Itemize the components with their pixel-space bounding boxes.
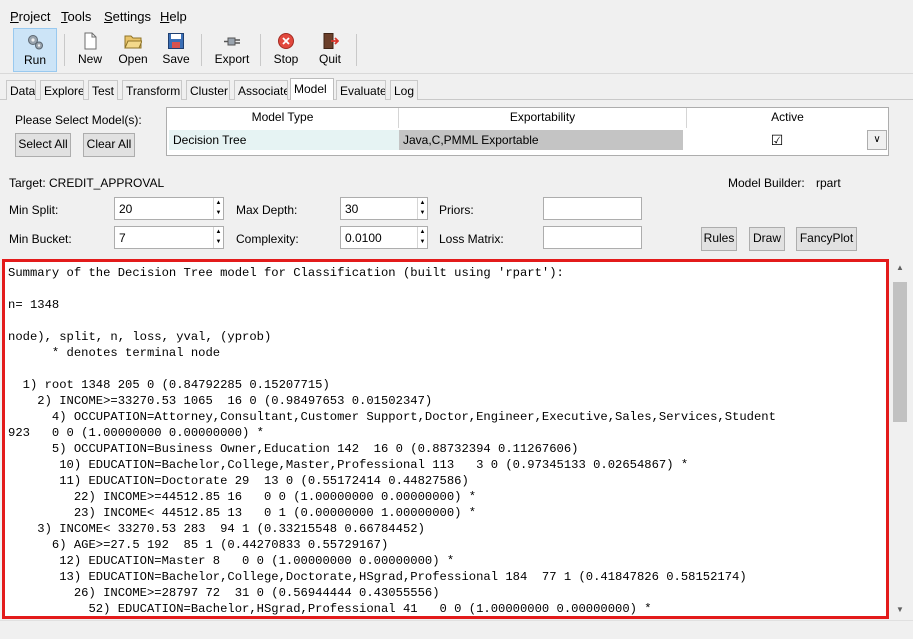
tab-model[interactable]: Model (290, 78, 334, 101)
min-split-label: Min Split: (9, 203, 59, 217)
stop-button[interactable]: Stop (270, 28, 302, 72)
model-builder-value: rpart (816, 176, 841, 190)
floppy-disk-icon (168, 33, 184, 49)
clear-all-button[interactable]: Clear All (83, 133, 135, 157)
tab-test[interactable]: Test (88, 80, 118, 100)
toolbar-separator (201, 34, 202, 66)
model-output-textarea[interactable]: Summary of the Decision Tree model for C… (2, 259, 889, 619)
vertical-scrollbar[interactable]: ▲ ▼ (891, 260, 909, 618)
complexity-label: Complexity: (236, 232, 299, 246)
toolbar-separator (260, 34, 261, 66)
new-button[interactable]: New (74, 28, 106, 72)
new-file-icon (84, 32, 97, 50)
quit-door-icon (323, 33, 339, 49)
toolbar-separator (356, 34, 357, 66)
stop-icon (278, 33, 294, 49)
model-builder-label: Model Builder: (728, 176, 805, 190)
rules-button[interactable]: Rules (701, 227, 737, 251)
tab-cluster[interactable]: Cluster (186, 80, 230, 100)
column-header-model-type: Model Type (167, 108, 399, 128)
model-type-table: Model Type Exportability Active Decision… (166, 107, 889, 156)
max-depth-label: Max Depth: (236, 203, 298, 217)
open-button[interactable]: Open (116, 28, 150, 72)
max-depth-spinner[interactable]: 30 ▲ ▼ (340, 197, 428, 220)
scrollbar-thumb[interactable] (893, 282, 907, 422)
select-models-label: Please Select Model(s): (15, 113, 142, 127)
scroll-up-icon[interactable]: ▲ (891, 260, 909, 276)
spinner-arrows[interactable]: ▲ ▼ (213, 227, 223, 248)
toolbar-separator (64, 34, 65, 66)
loss-matrix-input[interactable] (543, 226, 642, 249)
complexity-spinner[interactable]: 0.0100 ▲ ▼ (340, 226, 428, 249)
export-button[interactable]: Export (212, 28, 252, 72)
folder-icon (124, 35, 142, 49)
model-type-cell[interactable]: Decision Tree (169, 130, 399, 150)
menu-tools[interactable]: Tools (61, 9, 91, 24)
tab-associate[interactable]: Associate (234, 80, 288, 100)
select-all-button[interactable]: Select All (15, 133, 71, 157)
min-bucket-spinner[interactable]: 7 ▲ ▼ (114, 226, 224, 249)
tab-data[interactable]: Data (6, 80, 36, 100)
column-header-active: Active (771, 110, 804, 124)
horizontal-scrollbar[interactable] (0, 620, 913, 639)
draw-button[interactable]: Draw (749, 227, 785, 251)
scroll-down-icon[interactable]: ▼ (891, 602, 909, 618)
spinner-arrows[interactable]: ▲ ▼ (417, 227, 427, 248)
min-bucket-label: Min Bucket: (9, 232, 72, 246)
min-split-spinner[interactable]: 20 ▲ ▼ (114, 197, 224, 220)
target-label: Target: CREDIT_APPROVAL (9, 176, 165, 190)
run-button[interactable]: Run (13, 28, 57, 72)
toolbar: Run New Open Save Export Stop Quit (0, 26, 913, 74)
priors-label: Priors: (439, 203, 474, 217)
gears-icon (28, 35, 43, 50)
spinner-arrows[interactable]: ▲ ▼ (417, 198, 427, 219)
tab-transform[interactable]: Transform (122, 80, 182, 100)
tab-log[interactable]: Log (390, 80, 418, 100)
model-summary-text: Summary of the Decision Tree model for C… (8, 266, 776, 616)
menu-project[interactable]: Project (10, 9, 50, 24)
spinner-arrows[interactable]: ▲ ▼ (213, 198, 223, 219)
active-checkbox[interactable]: ☑ (683, 130, 867, 150)
menu-settings[interactable]: Settings (104, 9, 151, 24)
quit-button[interactable]: Quit (314, 28, 346, 72)
chevron-down-icon[interactable]: ∨ (867, 130, 887, 150)
column-header-exportability: Exportability (399, 108, 687, 128)
tab-bar: Data Explore Test Transform Cluster Asso… (0, 78, 913, 101)
save-button[interactable]: Save (160, 28, 192, 72)
exportability-cell: Java,C,PMML Exportable (399, 130, 683, 150)
fancyplot-button[interactable]: FancyPlot (796, 227, 857, 251)
tab-explore[interactable]: Explore (40, 80, 84, 100)
tab-evaluate[interactable]: Evaluate (336, 80, 386, 100)
loss-matrix-label: Loss Matrix: (439, 232, 504, 246)
export-plug-icon (224, 37, 240, 46)
priors-input[interactable] (543, 197, 642, 220)
menu-help[interactable]: Help (160, 9, 187, 24)
menu-bar: Project Tools Settings Help (0, 0, 913, 26)
